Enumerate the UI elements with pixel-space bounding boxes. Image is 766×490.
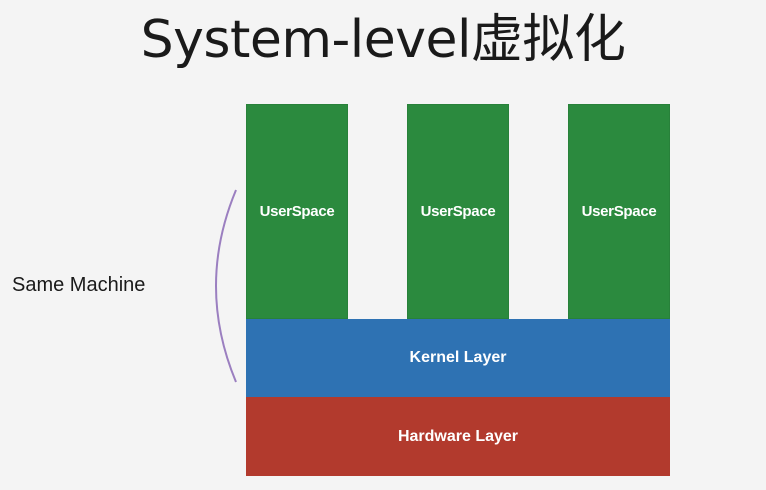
userspace-block-1: UserSpace <box>246 104 348 319</box>
slide-title: System-level虚拟化 <box>140 10 626 70</box>
userspace-label: UserSpace <box>581 203 657 220</box>
bracket-curve <box>215 189 237 383</box>
hardware-layer: Hardware Layer <box>246 397 670 476</box>
hardware-layer-label: Hardware Layer <box>397 427 519 445</box>
userspace-block-3: UserSpace <box>568 104 670 319</box>
userspace-block-2: UserSpace <box>407 104 509 319</box>
userspace-label: UserSpace <box>420 203 496 220</box>
same-machine-label: Same Machine <box>12 274 146 296</box>
kernel-layer-label: Kernel Layer <box>409 349 507 366</box>
userspace-label: UserSpace <box>259 203 335 220</box>
kernel-layer: Kernel Layer <box>246 319 670 397</box>
